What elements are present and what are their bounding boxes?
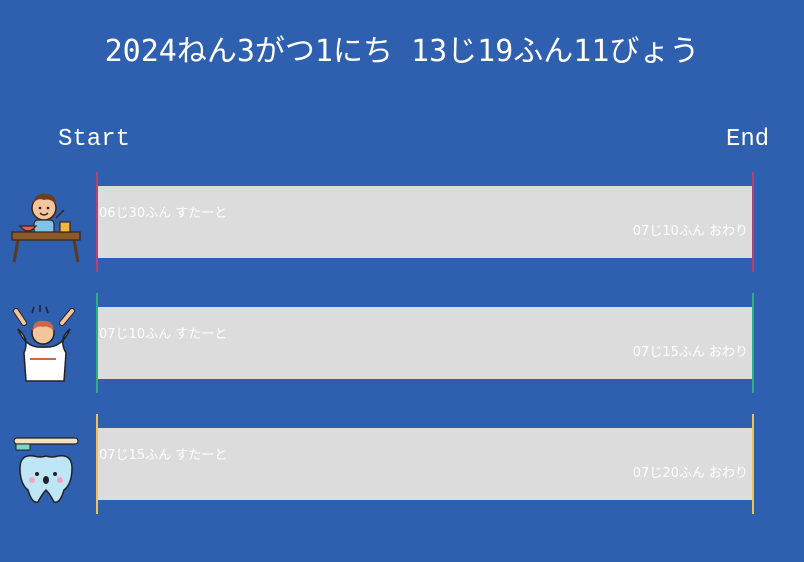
task-end-time: 07じ10ふん おわり <box>632 224 748 239</box>
current-datetime: 2024ねん3がつ1にち 13じ19ふん11びょう <box>104 34 700 69</box>
end-marker <box>752 293 754 393</box>
task-row-breakfast: 06じ30ふん すたーと 07じ10ふん おわり <box>0 172 804 272</box>
end-marker <box>752 172 754 272</box>
task-end-time: 07じ20ふん おわり <box>632 466 748 481</box>
end-column-label: End <box>726 126 770 153</box>
task-end-time: 07じ15ふん おわり <box>632 345 748 360</box>
task-start-time: 07じ15ふん すたーと <box>99 448 228 463</box>
end-marker <box>752 414 754 514</box>
task-row-toothbrush: 07じ15ふん すたーと 07じ20ふん おわり <box>0 414 804 514</box>
brushing-teeth-icon <box>10 424 82 506</box>
start-column-label: Start <box>58 126 131 153</box>
task-time-bar: 07じ10ふん すたーと 07じ15ふん おわり <box>98 307 754 379</box>
task-start-time: 06じ30ふん すたーと <box>99 206 228 221</box>
getting-dressed-icon <box>10 303 82 385</box>
task-start-time: 07じ10ふん すたーと <box>99 327 228 342</box>
task-time-bar: 07じ15ふん すたーと 07じ20ふん おわり <box>98 428 754 500</box>
eating-breakfast-icon <box>10 182 82 264</box>
task-time-bar: 06じ30ふん すたーと 07じ10ふん おわり <box>98 186 754 258</box>
task-row-dressing: 07じ10ふん すたーと 07じ15ふん おわり <box>0 293 804 393</box>
